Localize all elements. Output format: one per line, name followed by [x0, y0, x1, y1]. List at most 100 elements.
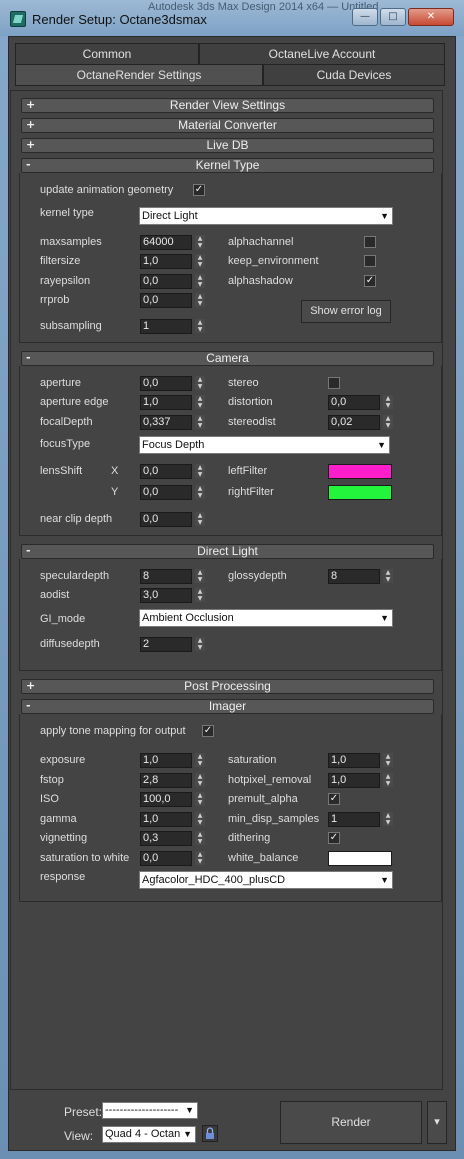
tone-mapping-checkbox[interactable]: ✓ — [202, 725, 214, 737]
filtersize-field[interactable]: 1,0 — [140, 254, 192, 269]
filtersize-spinner[interactable]: 1,0 ▲ ▼ — [140, 254, 206, 269]
spinner-arrows-icon[interactable]: ▲ ▼ — [195, 773, 205, 788]
spinner-arrows-icon[interactable]: ▲ ▼ — [195, 569, 205, 584]
keep-environment-checkbox[interactable] — [364, 255, 376, 267]
saturation-to-white-field[interactable]: 0,0 — [140, 851, 192, 866]
spinner-arrows-icon[interactable]: ▲ ▼ — [195, 753, 205, 768]
maximize-button[interactable]: □ — [380, 8, 406, 26]
gamma-spinner[interactable]: 1,0 ▲ ▼ — [140, 812, 206, 827]
left-filter-color-swatch[interactable] — [328, 464, 392, 479]
dithering-checkbox[interactable]: ✓ — [328, 832, 340, 844]
spinner-arrows-icon[interactable]: ▲ ▼ — [195, 464, 205, 479]
spinner-arrows-icon[interactable]: ▲ ▼ — [195, 415, 205, 430]
spinner-arrows-icon[interactable]: ▲ ▼ — [383, 753, 393, 768]
rayepsilon-spinner[interactable]: 0,0 ▲ ▼ — [140, 274, 206, 289]
tab-octanelive-account[interactable]: OctaneLive Account — [199, 43, 445, 65]
rollout-render-view-settings[interactable]: + Render View Settings — [21, 98, 434, 113]
maxsamples-spinner[interactable]: 64000 ▲ ▼ — [140, 235, 206, 250]
rayepsilon-field[interactable]: 0,0 — [140, 274, 192, 289]
view-dropdown[interactable]: Quad 4 - Octan ▼ — [102, 1126, 196, 1143]
rrprob-spinner[interactable]: 0,0 ▲ ▼ — [140, 293, 206, 308]
fstop-field[interactable]: 2,8 — [140, 773, 192, 788]
min-disp-samples-field[interactable]: 1 — [328, 812, 380, 827]
kernel-type-dropdown[interactable]: Direct Light ▼ — [139, 207, 393, 225]
rollout-kernel-type[interactable]: - Kernel Type — [21, 158, 434, 173]
spinner-arrows-icon[interactable]: ▲ ▼ — [195, 851, 205, 866]
close-button[interactable]: ✕ — [408, 8, 454, 26]
spinner-arrows-icon[interactable]: ▲ ▼ — [383, 569, 393, 584]
aodist-field[interactable]: 3,0 — [140, 588, 192, 603]
stereo-checkbox[interactable] — [328, 377, 340, 389]
spinner-arrows-icon[interactable]: ▲ ▼ — [383, 415, 393, 430]
hotpixel-removal-field[interactable]: 1,0 — [328, 773, 380, 788]
spinner-arrows-icon[interactable]: ▲ ▼ — [195, 395, 205, 410]
iso-spinner[interactable]: 100,0 ▲ ▼ — [140, 792, 206, 807]
diffusedepth-spinner[interactable]: 2 ▲ ▼ — [140, 637, 206, 652]
spinner-arrows-icon[interactable]: ▲ ▼ — [195, 254, 205, 269]
subsampling-field[interactable]: 1 — [140, 319, 192, 334]
maxsamples-field[interactable]: 64000 — [140, 235, 192, 250]
aodist-spinner[interactable]: 3,0 ▲ ▼ — [140, 588, 206, 603]
focus-type-dropdown[interactable]: Focus Depth ▼ — [139, 436, 390, 454]
render-button[interactable]: Render — [280, 1101, 422, 1144]
aperture-edge-spinner[interactable]: 1,0 ▲ ▼ — [140, 395, 206, 410]
spinner-arrows-icon[interactable]: ▲ ▼ — [195, 376, 205, 391]
tab-cuda-devices[interactable]: Cuda Devices — [263, 64, 445, 86]
stereodist-field[interactable]: 0,02 — [328, 415, 380, 430]
lens-shift-x-field[interactable]: 0,0 — [140, 464, 192, 479]
tab-common[interactable]: Common — [15, 43, 199, 65]
alphachannel-checkbox[interactable] — [364, 236, 376, 248]
near-clip-depth-field[interactable]: 0,0 — [140, 512, 192, 527]
spinner-arrows-icon[interactable]: ▲ ▼ — [195, 812, 205, 827]
rollout-live-db[interactable]: + Live DB — [21, 138, 434, 153]
spinner-arrows-icon[interactable]: ▲ ▼ — [195, 235, 205, 250]
vignetting-field[interactable]: 0,3 — [140, 831, 192, 846]
lock-view-button[interactable] — [202, 1125, 218, 1142]
lens-shift-y-spinner[interactable]: 0,0 ▲ ▼ — [140, 485, 206, 500]
min-disp-samples-spinner[interactable]: 1 ▲ ▼ — [328, 812, 394, 827]
near-clip-depth-spinner[interactable]: 0,0 ▲ ▼ — [140, 512, 206, 527]
render-options-button[interactable]: ▾ — [427, 1101, 447, 1144]
rollout-direct-light[interactable]: - Direct Light — [21, 544, 434, 559]
rollout-imager[interactable]: - Imager — [21, 699, 434, 714]
exposure-field[interactable]: 1,0 — [140, 753, 192, 768]
rollout-post-processing[interactable]: + Post Processing — [21, 679, 434, 694]
tab-octanerender-settings[interactable]: OctaneRender Settings — [15, 64, 263, 86]
hotpixel-removal-spinner[interactable]: 1,0 ▲ ▼ — [328, 773, 394, 788]
premult-alpha-checkbox[interactable]: ✓ — [328, 793, 340, 805]
minimize-button[interactable]: — — [352, 8, 378, 26]
preset-dropdown[interactable]: -------------------- ▼ — [102, 1102, 198, 1119]
spinner-arrows-icon[interactable]: ▲ ▼ — [195, 293, 205, 308]
aperture-edge-field[interactable]: 1,0 — [140, 395, 192, 410]
speculardepth-field[interactable]: 8 — [140, 569, 192, 584]
exposure-spinner[interactable]: 1,0 ▲ ▼ — [140, 753, 206, 768]
alphashadow-checkbox[interactable]: ✓ — [364, 275, 376, 287]
saturation-field[interactable]: 1,0 — [328, 753, 380, 768]
rollout-camera[interactable]: - Camera — [21, 351, 434, 366]
spinner-arrows-icon[interactable]: ▲ ▼ — [195, 831, 205, 846]
spinner-arrows-icon[interactable]: ▲ ▼ — [195, 485, 205, 500]
spinner-arrows-icon[interactable]: ▲ ▼ — [195, 637, 205, 652]
spinner-arrows-icon[interactable]: ▲ ▼ — [383, 812, 393, 827]
focal-depth-spinner[interactable]: 0,337 ▲ ▼ — [140, 415, 206, 430]
glossydepth-field[interactable]: 8 — [328, 569, 380, 584]
spinner-arrows-icon[interactable]: ▲ ▼ — [383, 773, 393, 788]
saturation-to-white-spinner[interactable]: 0,0 ▲ ▼ — [140, 851, 206, 866]
update-animation-checkbox[interactable]: ✓ — [193, 184, 205, 196]
saturation-spinner[interactable]: 1,0 ▲ ▼ — [328, 753, 394, 768]
glossydepth-spinner[interactable]: 8 ▲ ▼ — [328, 569, 394, 584]
subsampling-spinner[interactable]: 1 ▲ ▼ — [140, 319, 206, 334]
spinner-arrows-icon[interactable]: ▲ ▼ — [195, 792, 205, 807]
distortion-spinner[interactable]: 0,0 ▲ ▼ — [328, 395, 394, 410]
lens-shift-y-field[interactable]: 0,0 — [140, 485, 192, 500]
rrprob-field[interactable]: 0,0 — [140, 293, 192, 308]
lens-shift-x-spinner[interactable]: 0,0 ▲ ▼ — [140, 464, 206, 479]
gamma-field[interactable]: 1,0 — [140, 812, 192, 827]
diffusedepth-field[interactable]: 2 — [140, 637, 192, 652]
vignetting-spinner[interactable]: 0,3 ▲ ▼ — [140, 831, 206, 846]
spinner-arrows-icon[interactable]: ▲ ▼ — [195, 588, 205, 603]
white-balance-color-swatch[interactable] — [328, 851, 392, 866]
aperture-spinner[interactable]: 0,0 ▲ ▼ — [140, 376, 206, 391]
iso-field[interactable]: 100,0 — [140, 792, 192, 807]
focal-depth-field[interactable]: 0,337 — [140, 415, 192, 430]
